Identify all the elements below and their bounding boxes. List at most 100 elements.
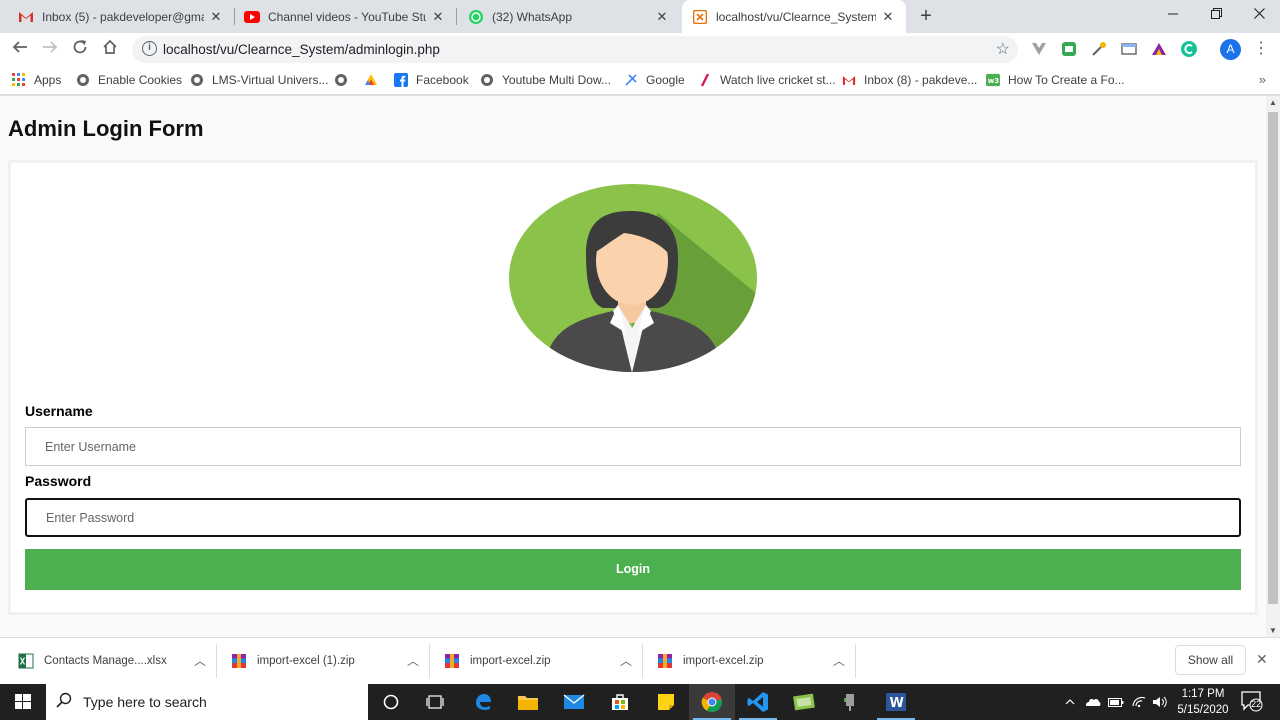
facebook-icon (394, 73, 408, 87)
forward-arrow-icon[interactable] (37, 37, 63, 63)
bookmark-gmail-inbox[interactable]: Inbox (8) - pakdeve... (842, 71, 977, 89)
volume-icon[interactable] (1150, 684, 1170, 720)
download-item[interactable]: import-excel.zip ︿ (657, 638, 853, 684)
word-icon[interactable]: W (873, 684, 919, 720)
notification-center-icon[interactable]: 22 (1240, 690, 1264, 712)
bookmark-lms[interactable]: LMS-Virtual Univers... (190, 71, 328, 89)
bookmark-label: Google (646, 73, 685, 87)
notification-count: 22 (1250, 699, 1261, 709)
bookmark-youtube-multi[interactable]: Youtube Multi Dow... (480, 71, 611, 89)
mail-icon[interactable] (551, 684, 597, 720)
winrar-icon (231, 653, 247, 669)
store-icon[interactable] (597, 684, 643, 720)
bookmark-label: Youtube Multi Dow... (502, 73, 611, 87)
close-tab-icon[interactable]: ✕ (880, 9, 896, 25)
bookmark-globe[interactable] (334, 71, 356, 89)
download-item[interactable]: import-excel.zip ︿ (444, 638, 640, 684)
excel-file-icon (18, 653, 34, 669)
close-window-icon[interactable] (1236, 0, 1280, 30)
login-form: Username Password Login (8, 160, 1258, 615)
download-item[interactable]: import-excel (1).zip ︿ (231, 638, 427, 684)
scroll-up-icon[interactable]: ▲ (1269, 98, 1277, 107)
tray-expand-icon[interactable] (1062, 684, 1078, 720)
scrollbar-thumb[interactable] (1268, 112, 1278, 604)
username-label: Username (25, 403, 93, 419)
download-item[interactable]: Contacts Manage....xlsx ︿ (18, 638, 214, 684)
password-input[interactable] (25, 498, 1241, 537)
search-icon (56, 692, 72, 713)
task-view-icon[interactable] (412, 684, 458, 720)
chrome-icon[interactable] (689, 684, 735, 720)
sticky-notes-icon[interactable] (643, 684, 689, 720)
vscode-icon[interactable] (735, 684, 781, 720)
shelf-separator (429, 644, 430, 678)
file-explorer-icon[interactable] (505, 684, 551, 720)
show-all-button[interactable]: Show all (1175, 645, 1246, 675)
edge-icon[interactable] (460, 684, 506, 720)
whatsapp-icon (468, 9, 484, 25)
bookmark-label: Inbox (8) - pakdeve... (864, 73, 978, 87)
site-info-icon[interactable]: i (142, 41, 157, 56)
extension-green-icon[interactable] (1060, 40, 1078, 58)
scroll-down-icon[interactable]: ▼ (1269, 626, 1277, 635)
taskbar-clock[interactable]: 1:17 PM 5/15/2020 (1172, 686, 1234, 718)
taskbar-search[interactable]: Type here to search (46, 684, 368, 720)
grammarly-icon[interactable] (1180, 40, 1198, 58)
minimize-icon[interactable] (1150, 0, 1196, 30)
shelf-separator (216, 644, 217, 678)
bookmark-w3schools[interactable]: w3 How To Create a Fo... (986, 71, 1125, 89)
window-resizer-icon[interactable] (1120, 40, 1138, 58)
windows-start-icon[interactable] (0, 684, 46, 720)
close-tab-icon[interactable]: ✕ (208, 9, 224, 25)
download-filename: import-excel.zip (470, 655, 551, 667)
globe-icon (334, 73, 348, 87)
notepad-icon[interactable] (781, 684, 827, 720)
address-bar[interactable]: i localhost/vu/Clearnce_System/adminlogi… (132, 36, 1018, 63)
close-shelf-icon[interactable]: ✕ (1256, 651, 1268, 668)
bookmark-star-icon[interactable]: ☆ (996, 39, 1010, 59)
new-tab-button[interactable]: + (914, 5, 938, 29)
unknown-app-icon[interactable] (827, 684, 873, 720)
shelf-separator (642, 644, 643, 678)
bookmark-facebook[interactable]: Facebook (394, 71, 469, 89)
tab-gmail-inbox[interactable]: Inbox (5) - pakdeveloper@gmail. ✕ (8, 0, 234, 33)
bookmark-enable-cookies[interactable]: Enable Cookies (76, 71, 182, 89)
tab-localhost-active[interactable]: localhost/vu/Clearnce_System/ac ✕ (682, 0, 906, 33)
cortana-icon[interactable] (368, 684, 414, 720)
bookmark-google[interactable]: Google (624, 71, 685, 89)
chevron-up-icon[interactable]: ︿ (194, 652, 206, 669)
clock-date: 5/15/2020 (1177, 704, 1229, 716)
home-icon[interactable] (97, 37, 123, 63)
chevron-up-icon[interactable]: ︿ (407, 652, 419, 669)
windows-taskbar: Type here to search W 1:17 PM 5/15/2020 … (0, 684, 1280, 720)
tab-youtube-studio[interactable]: Channel videos - YouTube Studio ✕ (234, 0, 456, 33)
bookmark-label: How To Create a Fo... (1008, 73, 1125, 87)
chevron-up-icon[interactable]: ︿ (833, 652, 845, 669)
browser-menu-icon[interactable]: ⋮ (1253, 39, 1269, 59)
pdf-extension-icon[interactable] (1150, 40, 1168, 58)
close-tab-icon[interactable]: ✕ (430, 9, 446, 25)
bookmark-apps[interactable]: Apps (12, 71, 61, 89)
back-arrow-icon[interactable] (7, 37, 33, 63)
eyedropper-icon[interactable] (1090, 40, 1108, 58)
wifi-icon[interactable] (1129, 684, 1149, 720)
drive-icon (364, 73, 378, 87)
page-scrollbar[interactable]: ▲ ▼ (1266, 96, 1280, 637)
more-bookmarks-icon[interactable]: » (1259, 72, 1266, 87)
chevron-up-icon[interactable]: ︿ (620, 652, 632, 669)
profile-avatar[interactable]: A (1220, 39, 1241, 60)
bookmark-drive[interactable] (364, 71, 386, 89)
close-tab-icon[interactable]: ✕ (654, 9, 670, 25)
restore-icon[interactable] (1193, 0, 1239, 30)
reload-icon[interactable] (67, 37, 93, 63)
vue-devtools-icon[interactable] (1030, 40, 1048, 58)
cricket-icon (698, 73, 712, 87)
tab-whatsapp[interactable]: (32) WhatsApp ✕ (458, 0, 680, 33)
page-viewport: Admin Login Form Username Enter Username… (0, 96, 1266, 637)
login-button[interactable]: Login (25, 549, 1241, 590)
battery-icon[interactable] (1106, 684, 1126, 720)
page-title: Admin Login Form (8, 116, 204, 141)
username-input[interactable] (25, 427, 1241, 466)
bookmark-cricket[interactable]: Watch live cricket st... (698, 71, 836, 89)
onedrive-icon[interactable] (1082, 684, 1104, 720)
